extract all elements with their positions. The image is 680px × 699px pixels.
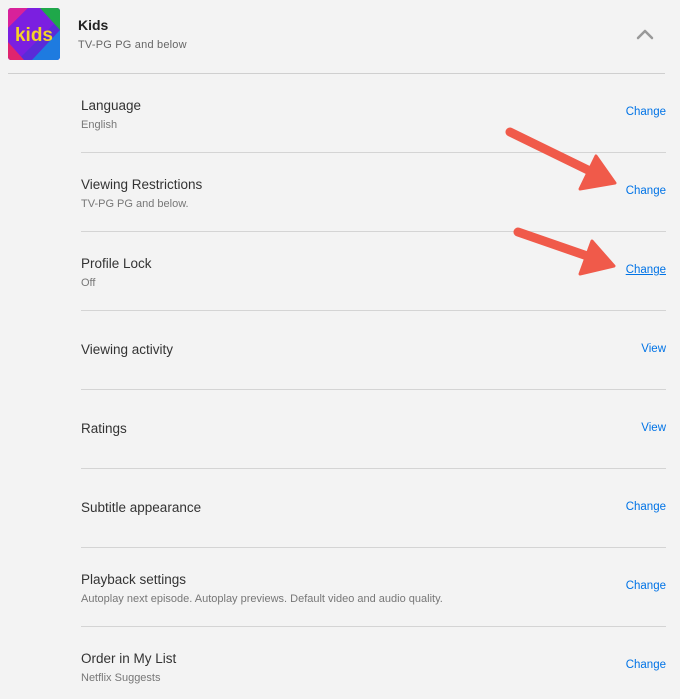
change-language-link[interactable]: Change: [626, 106, 666, 118]
change-order-in-my-list-link[interactable]: Change: [626, 659, 666, 671]
avatar-text: kids: [15, 25, 53, 46]
setting-title: Profile Lock: [81, 256, 152, 271]
kids-avatar: kids: [8, 8, 60, 60]
setting-title: Subtitle appearance: [81, 500, 202, 515]
setting-row-playback-settings: Playback settings Autoplay next episode.…: [81, 548, 666, 627]
profile-rating: TV-PG PG and below: [78, 39, 187, 51]
profile-name: Kids: [78, 17, 109, 33]
view-viewing-activity-link[interactable]: View: [641, 343, 666, 355]
change-playback-settings-link[interactable]: Change: [626, 580, 666, 592]
view-ratings-link[interactable]: View: [641, 422, 666, 434]
setting-title: Order in My List: [81, 651, 177, 666]
setting-value: Autoplay next episode. Autoplay previews…: [81, 593, 443, 605]
change-profile-lock-link[interactable]: Change: [626, 264, 666, 276]
collapse-button[interactable]: [630, 22, 660, 46]
setting-title: Playback settings: [81, 572, 187, 587]
setting-title: Language: [81, 98, 142, 113]
setting-value: Netflix Suggests: [81, 672, 161, 684]
setting-row-subtitle-appearance: Subtitle appearance Change: [81, 469, 666, 548]
setting-row-profile-lock: Profile Lock Off Change: [81, 232, 666, 311]
setting-row-ratings: Ratings View: [81, 390, 666, 469]
settings-list: Language English Change Viewing Restrict…: [81, 74, 666, 699]
setting-title: Ratings: [81, 421, 127, 436]
profile-header: kids Kids TV-PG PG and below: [0, 0, 680, 74]
change-viewing-restrictions-link[interactable]: Change: [626, 185, 666, 197]
change-subtitle-appearance-link[interactable]: Change: [626, 501, 666, 513]
setting-title: Viewing activity: [81, 342, 174, 357]
setting-row-order-in-my-list: Order in My List Netflix Suggests Change: [81, 627, 666, 699]
setting-row-language: Language English Change: [81, 74, 666, 153]
setting-row-viewing-activity: Viewing activity View: [81, 311, 666, 390]
setting-value: English: [81, 119, 118, 131]
setting-value: TV-PG PG and below.: [81, 198, 189, 210]
setting-title: Viewing Restrictions: [81, 177, 203, 192]
chevron-up-icon: [636, 29, 654, 40]
setting-value: Off: [81, 277, 96, 289]
setting-row-viewing-restrictions: Viewing Restrictions TV-PG PG and below.…: [81, 153, 666, 232]
